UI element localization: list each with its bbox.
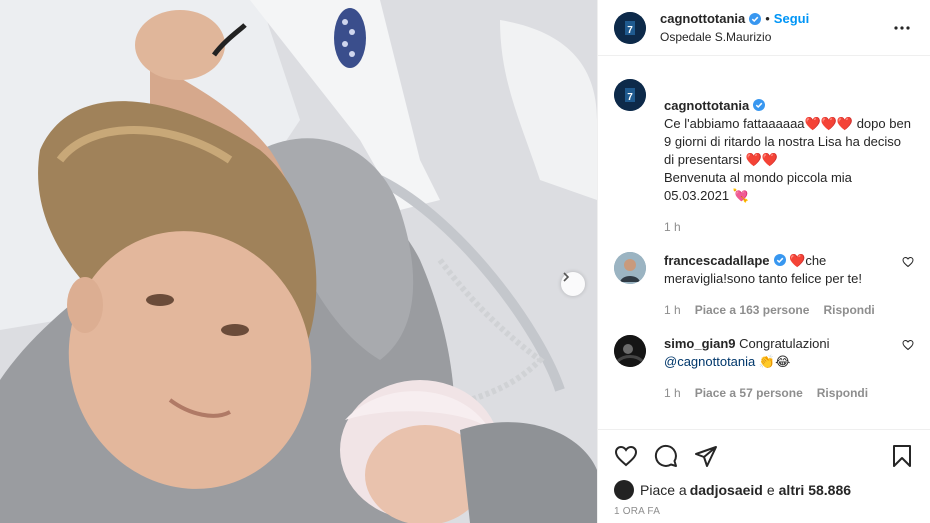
commenter-avatar[interactable] — [614, 252, 646, 284]
commenter-avatar[interactable] — [614, 335, 646, 367]
action-bar: Piace a dadjosaeid e altri 58.886 1 ORA … — [598, 429, 930, 517]
header-text: cagnottotania • Segui Ospedale S.Maurizi… — [660, 11, 890, 44]
likes-prefix: Piace a — [640, 482, 687, 498]
likes-middle: e — [766, 482, 775, 498]
share-icon[interactable] — [694, 444, 718, 468]
next-photo-button[interactable] — [561, 272, 585, 296]
comment-item: francescadallape ❤️che meraviglia!sono t… — [614, 252, 914, 319]
svg-text:7: 7 — [627, 92, 633, 103]
comment-emoji: 👏😂 — [758, 354, 791, 369]
caption-username[interactable]: cagnottotania — [664, 98, 749, 113]
comment-text: Congratulazioni — [739, 336, 830, 351]
post-timestamp[interactable]: 1 ORA FA — [614, 506, 914, 517]
post-sidebar: 7 cagnottotania • Segui Ospedale S.Mauri… — [597, 0, 930, 523]
comment-item: simo_gian9 Congratulazioni @cagnottotani… — [614, 335, 914, 402]
comment-mention[interactable]: @cagnottotania — [664, 354, 755, 369]
like-heart-icon[interactable] — [614, 444, 638, 468]
reply-button[interactable]: Rispondi — [823, 301, 874, 319]
caption-text: Ce l'abbiamo fattaaaaaa❤️❤️❤️ dopo ben 9… — [664, 116, 911, 203]
likes-summary: Piace a dadjosaeid e altri 58.886 — [614, 480, 914, 500]
comment-time[interactable]: 1 h — [664, 384, 681, 402]
location-link[interactable]: Ospedale S.Maurizio — [660, 30, 890, 44]
comments-list: 7 cagnottotania Ce l'abbiamo fattaaaaaa❤… — [598, 57, 930, 429]
verified-icon — [749, 12, 762, 25]
comment-time[interactable]: 1 h — [664, 301, 681, 319]
chevron-right-icon — [563, 272, 570, 282]
caption-avatar[interactable]: 7 — [614, 79, 646, 111]
verified-icon — [753, 99, 766, 111]
likes-others[interactable]: altri 58.886 — [779, 482, 851, 498]
caption-time[interactable]: 1 h — [664, 218, 681, 236]
photo-illustration — [0, 0, 597, 523]
comment-likes[interactable]: Piace a 57 persone — [695, 384, 803, 402]
caption: 7 cagnottotania Ce l'abbiamo fattaaaaaa❤… — [614, 79, 914, 236]
post-photo[interactable] — [0, 0, 597, 523]
heart-icon[interactable] — [902, 256, 914, 268]
liker-username[interactable]: dadjosaeid — [690, 482, 763, 498]
svg-text:7: 7 — [627, 25, 633, 36]
more-options-button[interactable] — [890, 16, 914, 40]
more-icon — [894, 25, 910, 30]
bookmark-icon[interactable] — [890, 444, 914, 468]
comment-likes[interactable]: Piace a 163 persone — [695, 301, 810, 319]
separator-dot: • — [765, 11, 770, 26]
reply-button[interactable]: Rispondi — [817, 384, 868, 402]
author-username[interactable]: cagnottotania — [660, 11, 745, 26]
liker-avatar[interactable] — [614, 480, 634, 500]
author-avatar[interactable]: 7 — [614, 11, 646, 44]
comment-icon[interactable] — [654, 444, 678, 468]
post-header: 7 cagnottotania • Segui Ospedale S.Mauri… — [598, 0, 930, 56]
comment-username[interactable]: simo_gian9 — [664, 336, 736, 351]
comment-username[interactable]: francescadallape — [664, 253, 770, 268]
follow-button[interactable]: Segui — [774, 11, 809, 26]
verified-icon — [773, 254, 786, 266]
post-dialog: 7 cagnottotania • Segui Ospedale S.Mauri… — [0, 0, 930, 523]
heart-icon[interactable] — [902, 339, 914, 351]
